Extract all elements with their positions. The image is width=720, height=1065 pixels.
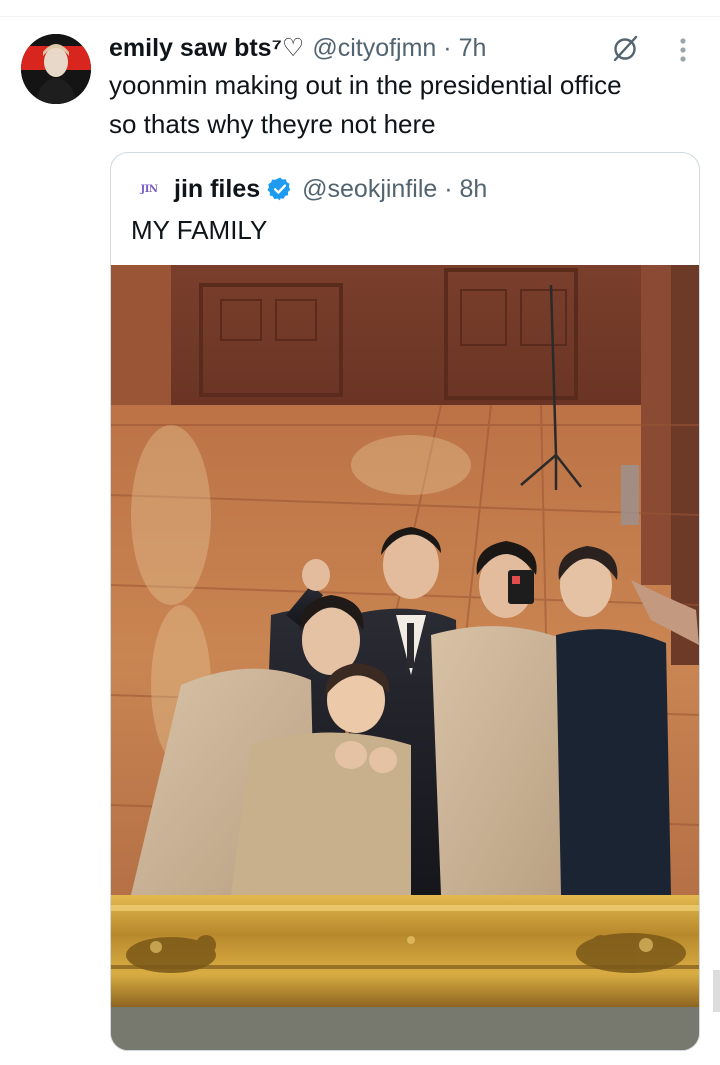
dot-separator: · [443,33,452,62]
quoted-tweet-card[interactable]: JIN jin files @seokjinfile · 8h MY FAMIL… [110,152,700,1051]
tweet-text-line-2: so thats why theyre not here [109,109,436,139]
group-photo[interactable] [111,265,699,1050]
quote-header: JIN jin files @seokjinfile · 8h [135,171,487,207]
quote-author-name[interactable]: jin files [174,175,260,204]
verified-badge-icon [267,176,293,202]
top-divider [0,16,720,17]
grok-icon[interactable] [606,30,646,66]
heart-emoji-icon: ♡ [281,34,305,62]
avatar-image [21,34,91,104]
quote-author-handle[interactable]: @seokjinfile [302,175,437,203]
page-scroll-indicator[interactable] [713,970,720,1012]
quote-author-avatar[interactable]: JIN [135,175,163,203]
author-avatar[interactable] [21,34,91,104]
author-display-name[interactable]: emily saw bts⁷♡ [109,33,304,63]
author-handle[interactable]: @cityofjmn [312,34,436,62]
handle-and-time: @cityofjmn · 7h [312,34,486,63]
quote-text: MY FAMILY [131,215,268,245]
quote-dot-separator: · [444,174,453,203]
quote-time[interactable]: 8h [460,175,488,203]
group-photo-image [111,265,699,1050]
quote-handle-and-time: @seokjinfile · 8h [302,175,487,204]
author-name-text: emily saw bts⁷ [109,34,282,62]
tweet-text: yoonmin making out in the presidential o… [109,66,709,144]
tweet-time[interactable]: 7h [459,34,487,62]
tweet-header: emily saw bts⁷♡ @cityofjmn · 7h [109,30,486,66]
tweet-text-line-1: yoonmin making out in the presidential o… [109,70,622,100]
more-options-icon[interactable] [668,34,698,66]
